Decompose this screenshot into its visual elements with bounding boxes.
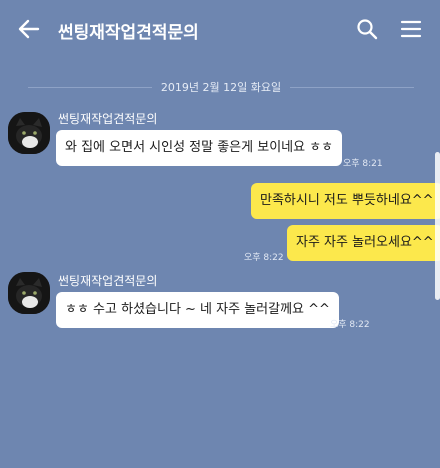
message-time: 오후 8:22 bbox=[244, 253, 284, 263]
sender-avatar[interactable] bbox=[8, 272, 50, 314]
outgoing-message-bubble[interactable]: 자주 자주 놀러오세요^^ bbox=[287, 225, 440, 261]
chat-title: 썬팅재작업견적문의 bbox=[58, 23, 199, 43]
date-divider: 2019년 2월 12일 화요일 bbox=[0, 78, 440, 96]
cat-avatar-image bbox=[8, 272, 50, 314]
incoming-message-bubble[interactable]: 와 집에 오면서 시인성 정말 좋은게 보이네요 ㅎㅎ bbox=[56, 130, 343, 166]
date-divider-text: 2019년 2월 12일 화요일 bbox=[160, 81, 282, 94]
cat-avatar-image bbox=[8, 112, 50, 154]
hamburger-menu-icon bbox=[400, 20, 422, 38]
message-time: 오후 8:22 bbox=[330, 320, 370, 330]
sender-name: 썬팅재작업견적문의 bbox=[58, 274, 158, 288]
search-icon bbox=[357, 19, 378, 40]
sender-avatar[interactable] bbox=[8, 112, 50, 154]
arrow-left-icon bbox=[18, 19, 40, 39]
search-button[interactable] bbox=[352, 14, 382, 44]
menu-button[interactable] bbox=[396, 14, 426, 44]
message-time: 오후 8:21 bbox=[343, 159, 383, 169]
incoming-message-bubble[interactable]: ㅎㅎ 수고 하셨습니다 ~ 네 자주 놀러갈께요 ^^ bbox=[56, 292, 339, 328]
chat-header: 썬팅재작업견적문의 bbox=[0, 0, 440, 58]
sender-name: 썬팅재작업견적문의 bbox=[58, 112, 158, 126]
scroll-bar[interactable] bbox=[435, 152, 440, 300]
back-button[interactable] bbox=[14, 14, 44, 44]
divider-line-right bbox=[290, 87, 414, 88]
outgoing-message-bubble[interactable]: 만족하시니 저도 뿌듯하네요^^ bbox=[251, 183, 440, 219]
divider-line-left bbox=[28, 87, 152, 88]
